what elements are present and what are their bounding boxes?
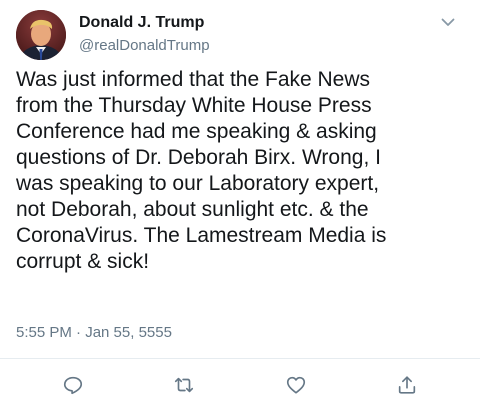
retweet-button[interactable]: [169, 370, 199, 400]
reply-icon: [63, 376, 83, 395]
heart-icon: [286, 376, 306, 394]
divider: [0, 358, 480, 359]
timestamp[interactable]: 5:55 PM · Jan 55, 5555: [16, 323, 172, 343]
tweet-text-line: corrupt & sick!: [16, 250, 150, 273]
author-info: Donald J. Trump @realDonaldTrump: [79, 13, 210, 56]
avatar[interactable]: [16, 10, 66, 60]
handle[interactable]: @realDonaldTrump: [79, 36, 210, 56]
tweet-text-line: CoronaVirus. The Lamestream Media is: [16, 224, 387, 247]
tweet-text-line: from the Thursday White House Press: [16, 94, 372, 117]
tweet-card: Donald J. Trump @realDonaldTrump Was jus…: [0, 0, 480, 410]
tweet-text: Was just informed that the Fake News fro…: [16, 67, 468, 275]
chevron-down-icon[interactable]: [440, 14, 456, 30]
display-name[interactable]: Donald J. Trump: [79, 13, 210, 33]
tweet-text-line: questions of Dr. Deborah Birx. Wrong, I: [16, 146, 381, 169]
share-button[interactable]: [392, 370, 422, 400]
share-icon: [398, 376, 416, 394]
tweet-text-line: Conference had me speaking & asking: [16, 120, 377, 143]
tweet-text-line: not Deborah, about sunlight etc. & the: [16, 198, 369, 221]
reply-button[interactable]: [58, 370, 88, 400]
action-bar: [0, 370, 480, 400]
tweet-text-line: was speaking to our Laboratory expert,: [16, 172, 380, 195]
retweet-icon: [174, 377, 194, 393]
like-button[interactable]: [281, 370, 311, 400]
tweet-text-line: Was just informed that the Fake News: [16, 68, 371, 91]
avatar-image: [16, 10, 66, 60]
